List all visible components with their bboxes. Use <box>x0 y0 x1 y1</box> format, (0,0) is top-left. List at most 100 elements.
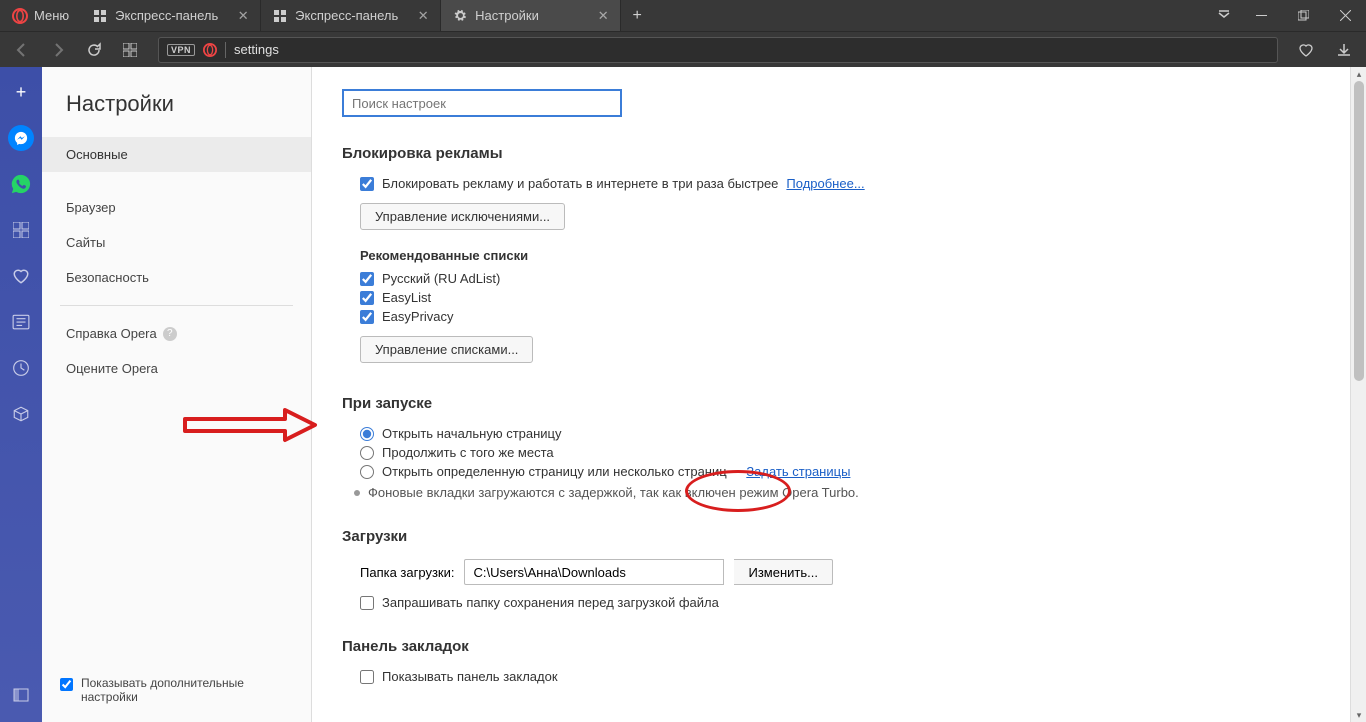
messenger-icon[interactable] <box>8 125 34 151</box>
whatsapp-icon[interactable] <box>8 171 34 197</box>
startup-radio[interactable] <box>360 427 374 441</box>
tab-settings[interactable]: Настройки ✕ <box>441 0 621 31</box>
ask-folder-checkbox[interactable] <box>360 596 374 610</box>
startup-opt1-row[interactable]: Открыть начальную страницу <box>360 426 1336 441</box>
settings-sidebar: Настройки Основные Браузер Сайты Безопас… <box>42 67 312 722</box>
speeddial-icon <box>93 9 107 23</box>
bookmarks-rail-icon[interactable] <box>8 263 34 289</box>
startup-opt3-row[interactable]: Открыть определенную страницу или нескол… <box>360 464 1336 479</box>
list-label: EasyPrivacy <box>382 309 454 324</box>
sidebar-title: Настройки <box>42 91 311 137</box>
news-rail-icon[interactable] <box>8 309 34 335</box>
help-label: Справка Opera <box>66 326 157 341</box>
sidebar-item-help[interactable]: Справка Opera ? <box>42 316 311 351</box>
reload-button[interactable] <box>80 36 108 64</box>
window-controls <box>1208 0 1366 31</box>
maximize-button[interactable] <box>1282 0 1324 31</box>
speeddial-rail-icon[interactable] <box>8 217 34 243</box>
minimize-button[interactable] <box>1240 0 1282 31</box>
sidebar-item-sites[interactable]: Сайты <box>42 225 311 260</box>
download-folder-row: Папка загрузки: Изменить... <box>360 559 1336 585</box>
list-row-ru[interactable]: Русский (RU AdList) <box>360 271 1336 286</box>
vpn-badge[interactable]: VPN <box>167 44 195 56</box>
scroll-up-icon[interactable]: ▴ <box>1351 67 1366 81</box>
startup-opt2-label: Продолжить с того же места <box>382 445 554 460</box>
sidebar-item-basic[interactable]: Основные <box>42 137 311 172</box>
help-icon: ? <box>163 327 177 341</box>
recommended-lists-heading: Рекомендованные списки <box>360 248 1336 263</box>
adblock-heading: Блокировка рекламы <box>342 145 1336 162</box>
address-bar: VPN settings <box>0 31 1366 67</box>
tab-label: Экспресс-панель <box>115 8 218 23</box>
download-icon[interactable] <box>1330 36 1358 64</box>
section-bookmarks: Панель закладок Показывать панель заклад… <box>342 638 1336 684</box>
menu-button[interactable]: Меню <box>0 0 81 31</box>
search-input[interactable] <box>342 89 622 117</box>
turbo-note-row: Фоновые вкладки загружаются с задержкой,… <box>346 485 1336 500</box>
tab-menu-icon[interactable] <box>1208 0 1240 31</box>
list-checkbox[interactable] <box>360 291 374 305</box>
url-box[interactable]: VPN settings <box>158 37 1278 63</box>
block-ads-checkbox[interactable] <box>360 177 374 191</box>
download-folder-input[interactable] <box>464 559 724 585</box>
list-checkbox[interactable] <box>360 272 374 286</box>
forward-button[interactable] <box>44 36 72 64</box>
titlebar: Меню Экспресс-панель ✕ Экспресс-панель ✕… <box>0 0 1366 31</box>
history-rail-icon[interactable] <box>8 355 34 381</box>
download-folder-label: Папка загрузки: <box>360 565 454 580</box>
scroll-thumb[interactable] <box>1354 81 1364 381</box>
list-label: EasyList <box>382 290 431 305</box>
show-advanced-input[interactable] <box>60 678 73 691</box>
section-startup: При запуске Открыть начальную страницу П… <box>342 395 1336 500</box>
set-pages-link[interactable]: Задать страницы <box>746 464 850 479</box>
adblock-more-link[interactable]: Подробнее... <box>786 176 864 191</box>
show-advanced-checkbox[interactable]: Показывать дополнительные настройки <box>60 676 293 704</box>
close-icon[interactable]: ✕ <box>416 9 430 23</box>
scroll-down-icon[interactable]: ▾ <box>1351 708 1366 722</box>
sidebar-item-browser[interactable]: Браузер <box>42 190 311 225</box>
speeddial-button[interactable] <box>116 36 144 64</box>
opera-page-icon <box>203 43 217 57</box>
exceptions-button[interactable]: Управление исключениями... <box>360 203 565 230</box>
startup-opt3-label: Открыть определенную страницу или нескол… <box>382 464 727 479</box>
new-tab-button[interactable]: + <box>621 0 653 31</box>
list-label: Русский (RU AdList) <box>382 271 500 286</box>
downloads-heading: Загрузки <box>342 528 1336 545</box>
startup-radio[interactable] <box>360 446 374 460</box>
settings-content: Блокировка рекламы Блокировать рекламу и… <box>312 67 1366 722</box>
sidebar-divider <box>60 305 293 306</box>
tab-speeddial-1[interactable]: Экспресс-панель ✕ <box>81 0 261 31</box>
main-area: + Настройки Основные Браузер Сайты Безоп… <box>0 67 1366 722</box>
bookmark-heart-icon[interactable] <box>1292 36 1320 64</box>
list-row-easylist[interactable]: EasyList <box>360 290 1336 305</box>
change-folder-button[interactable]: Изменить... <box>734 559 832 585</box>
speeddial-icon <box>273 9 287 23</box>
show-bookmarks-checkbox[interactable] <box>360 670 374 684</box>
add-sidebar-icon[interactable]: + <box>8 79 34 105</box>
extensions-rail-icon[interactable] <box>8 401 34 427</box>
close-icon[interactable]: ✕ <box>596 9 610 23</box>
menu-label: Меню <box>34 8 69 23</box>
back-button[interactable] <box>8 36 36 64</box>
show-bookmarks-label: Показывать панель закладок <box>382 669 558 684</box>
list-checkbox[interactable] <box>360 310 374 324</box>
close-window-button[interactable] <box>1324 0 1366 31</box>
block-ads-row[interactable]: Блокировать рекламу и работать в интерне… <box>360 176 1336 191</box>
startup-opt2-row[interactable]: Продолжить с того же места <box>360 445 1336 460</box>
bullet-icon <box>354 490 360 496</box>
sidebar-item-rate[interactable]: Оцените Opera <box>42 351 311 386</box>
show-bookmarks-row[interactable]: Показывать панель закладок <box>360 669 1336 684</box>
tab-strip: Экспресс-панель ✕ Экспресс-панель ✕ Наст… <box>81 0 1208 31</box>
url-separator <box>225 42 226 58</box>
ask-folder-row[interactable]: Запрашивать папку сохранения перед загру… <box>360 595 1336 610</box>
bookmarks-heading: Панель закладок <box>342 638 1336 655</box>
content-scrollbar[interactable]: ▴ ▾ <box>1350 67 1366 722</box>
startup-radio[interactable] <box>360 465 374 479</box>
sidebar-item-security[interactable]: Безопасность <box>42 260 311 295</box>
section-downloads: Загрузки Папка загрузки: Изменить... Зап… <box>342 528 1336 610</box>
close-icon[interactable]: ✕ <box>236 9 250 23</box>
tab-speeddial-2[interactable]: Экспресс-панель ✕ <box>261 0 441 31</box>
sidebar-toggle-icon[interactable] <box>8 682 34 708</box>
manage-lists-button[interactable]: Управление списками... <box>360 336 533 363</box>
list-row-easyprivacy[interactable]: EasyPrivacy <box>360 309 1336 324</box>
